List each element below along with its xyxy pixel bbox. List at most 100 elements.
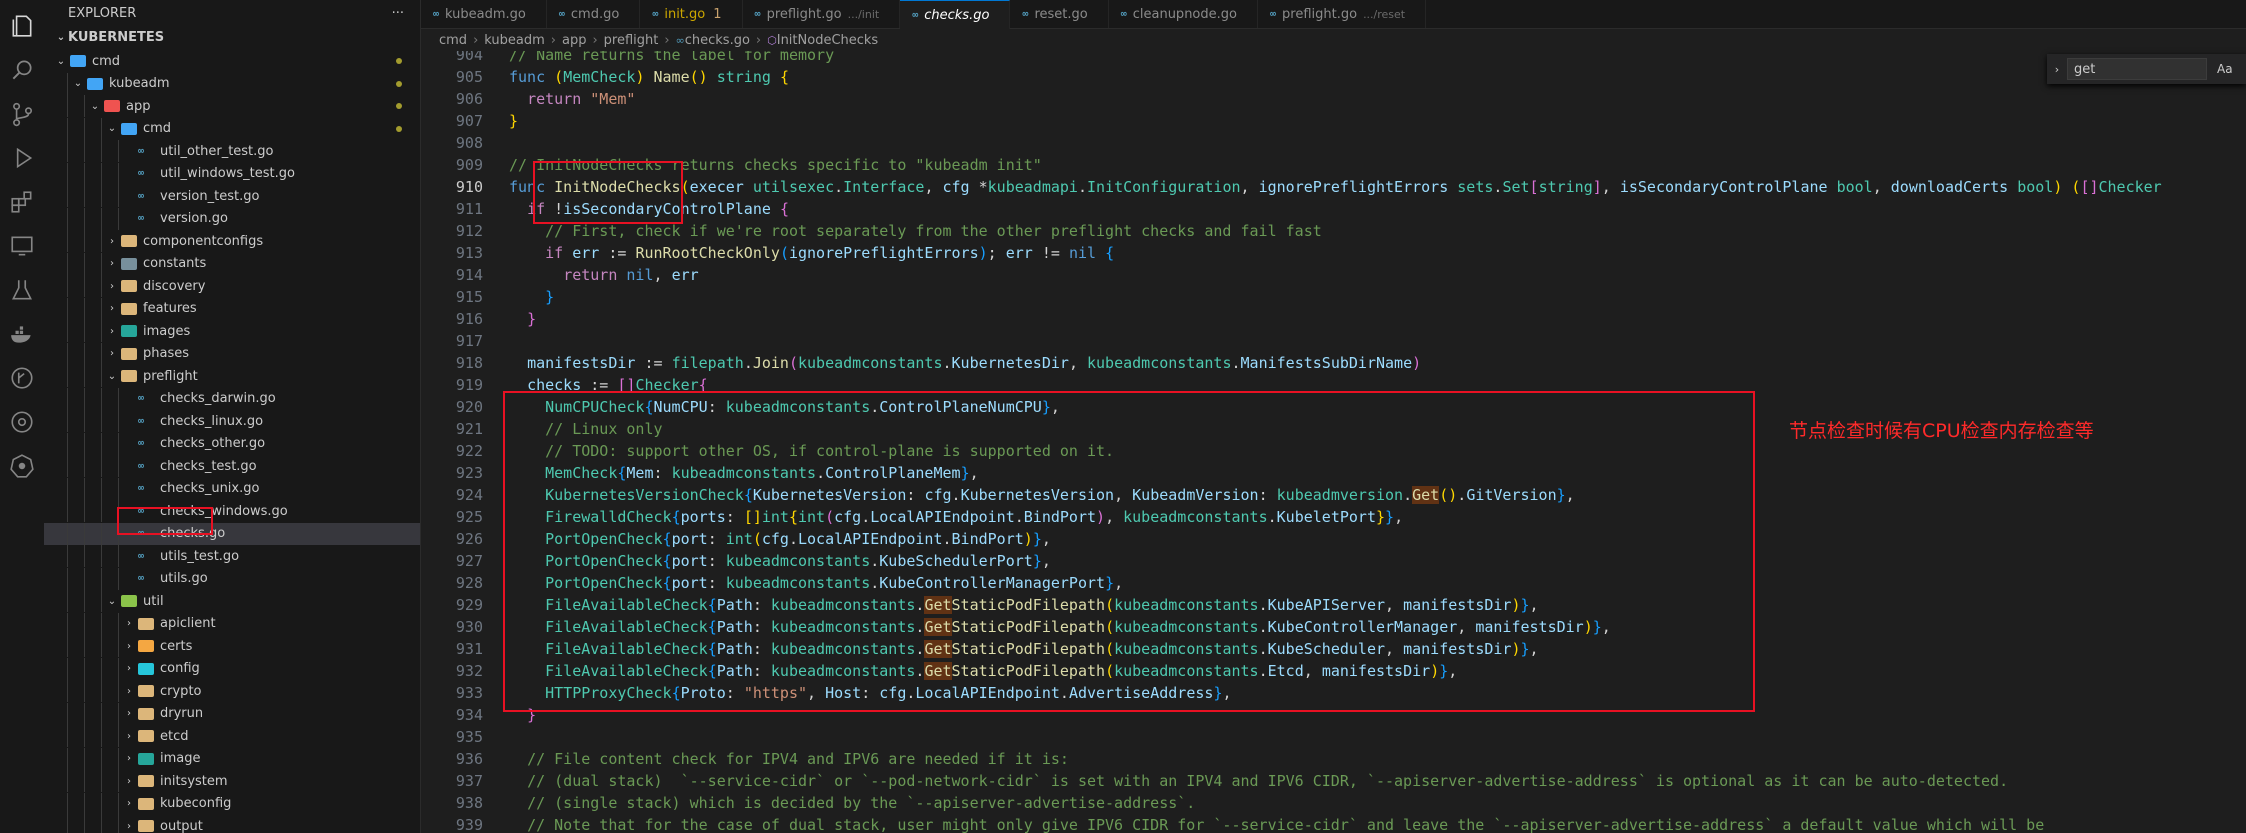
code-line[interactable]: 910 func InitNodeChecks(execer utilsexec.… [421, 176, 2246, 198]
run-debug-icon[interactable] [0, 136, 44, 180]
folder-item[interactable]: ⌄ cmd [44, 50, 420, 72]
breadcrumb-item[interactable]: checks.go [685, 33, 750, 48]
folder-item[interactable]: › images [44, 320, 420, 342]
file-item[interactable]: ∞ checks_windows.go [44, 500, 420, 522]
editor-tab[interactable]: ∞ kubeadm.go [421, 0, 547, 28]
file-item[interactable]: ∞ util_windows_test.go [44, 162, 420, 185]
code-line[interactable]: 904 // Name returns the label for memory [421, 51, 2246, 66]
breadcrumb-item[interactable]: app [562, 33, 586, 48]
indent-guide [84, 410, 85, 432]
editor-tab[interactable]: ∞ cleanupnode.go [1109, 0, 1258, 28]
folder-item[interactable]: ⌄ util [44, 590, 420, 612]
toggle-replace-icon[interactable]: › [2047, 63, 2067, 76]
code-line[interactable]: 918 manifestsDir := filepath.Join(kubead… [421, 352, 2246, 374]
editor-tab[interactable]: ∞ reset.go [1010, 0, 1109, 28]
folder-item[interactable]: › componentconfigs [44, 230, 420, 252]
gitlens-icon[interactable] [0, 400, 44, 444]
editor-tab[interactable]: ∞ init.go 1 [640, 0, 743, 28]
folder-item[interactable]: › etcd [44, 725, 420, 747]
file-item[interactable]: ∞ checks_unix.go [44, 477, 420, 500]
testing-icon[interactable] [0, 268, 44, 312]
docker-icon[interactable] [0, 312, 44, 356]
folder-item[interactable]: ⌄ cmd [44, 117, 420, 140]
editor-tab[interactable]: ∞ cmd.go [547, 0, 641, 28]
code-line[interactable]: 917 [421, 330, 2246, 352]
code-line[interactable]: 935 [421, 726, 2246, 748]
folder-item[interactable]: › output [44, 815, 420, 833]
code-text: } [509, 112, 519, 130]
folder-item[interactable]: › features [44, 297, 420, 320]
breadcrumb-item[interactable]: preflight [604, 33, 659, 48]
file-item[interactable]: ∞ checks_linux.go [44, 410, 420, 432]
folder-item[interactable]: › kubeconfig [44, 792, 420, 815]
file-item[interactable]: ∞ version.go [44, 207, 420, 230]
code-line[interactable]: 909// InitNodeChecks returns checks spec… [421, 154, 2246, 176]
file-item[interactable]: ∞ utils.go [44, 567, 420, 590]
file-item[interactable]: ∞ utils_test.go [44, 545, 420, 567]
code-line[interactable]: 906 return "Mem" [421, 88, 2246, 110]
editor-tab[interactable]: ∞ preflight.go .../reset [1258, 0, 1427, 28]
file-item[interactable]: ∞ checks.go [44, 522, 420, 545]
extensions-icon[interactable] [0, 180, 44, 224]
code-line[interactable]: 939 // Note that for the case of dual st… [421, 814, 2246, 833]
folder-item[interactable]: › certs [44, 635, 420, 657]
code-line[interactable]: 915 } [421, 286, 2246, 308]
find-input[interactable]: get [2067, 58, 2207, 80]
code-line[interactable]: 914 return nil, err [421, 264, 2246, 286]
code-line[interactable]: 912 // First, check if we're root separa… [421, 220, 2246, 242]
folder-item[interactable]: › crypto [44, 680, 420, 702]
folder-item[interactable]: › phases [44, 342, 420, 365]
breadcrumb-item[interactable]: kubeadm [484, 33, 545, 48]
code-line[interactable]: 913 if err := RunRootCheckOnly(ignorePre… [421, 242, 2246, 264]
folder-item[interactable]: › initsystem [44, 770, 420, 792]
kubernetes-icon[interactable] [0, 444, 44, 488]
file-item[interactable]: ∞ checks_other.go [44, 432, 420, 455]
file-item[interactable]: ∞ util_other_test.go [44, 140, 420, 162]
line-number: 925 [455, 508, 483, 526]
folder-item[interactable]: ⌄ kubeadm [44, 72, 420, 95]
workspace-root[interactable]: ⌄ KUBERNETES [44, 26, 420, 48]
folder-icon [138, 685, 154, 697]
indent-guide [101, 545, 102, 567]
breadcrumb-item[interactable]: cmd [439, 33, 467, 48]
line-number: 924 [455, 486, 483, 504]
activity-bar [0, 0, 45, 833]
code-line[interactable]: 905 func (MemCheck) Name() string { [421, 66, 2246, 88]
folder-item[interactable]: ⌄ app [44, 95, 420, 117]
more-actions-button[interactable]: ··· [392, 6, 404, 21]
folder-item[interactable]: › image [44, 747, 420, 770]
folder-item[interactable]: › discovery [44, 275, 420, 297]
search-icon[interactable] [0, 48, 44, 92]
code-line[interactable]: 908 [421, 132, 2246, 154]
chevron-right-icon: › [110, 348, 114, 359]
indent-guide [84, 770, 85, 792]
indent-guide [67, 747, 68, 770]
code-line[interactable]: 936 // File content check for IPV4 and I… [421, 748, 2246, 770]
tree-item-label: cmd [143, 121, 172, 136]
code-line[interactable]: 938 // (single stack) which is decided b… [421, 792, 2246, 814]
match-case-button[interactable]: Aa [2217, 62, 2233, 76]
line-number: 939 [455, 816, 483, 833]
file-item[interactable]: ∞ version_test.go [44, 185, 420, 207]
code-line[interactable]: 937 // (dual stack) `--service-cidr` or … [421, 770, 2246, 792]
file-item[interactable]: ∞ checks_test.go [44, 455, 420, 477]
folder-item[interactable]: › config [44, 657, 420, 680]
source-control-icon[interactable] [0, 92, 44, 136]
folder-item[interactable]: › constants [44, 252, 420, 275]
editor-tab[interactable]: ∞ preflight.go .../init [743, 0, 901, 28]
folder-item[interactable]: › dryrun [44, 702, 420, 725]
indent-guide [101, 792, 102, 815]
code-line[interactable]: 916 } [421, 308, 2246, 330]
git-graph-icon[interactable] [0, 356, 44, 400]
remote-explorer-icon[interactable] [0, 224, 44, 268]
folder-item[interactable]: › apiclient [44, 612, 420, 635]
code-line[interactable]: 907} [421, 110, 2246, 132]
code-line[interactable]: 911 if !isSecondaryControlPlane { [421, 198, 2246, 220]
folder-item[interactable]: ⌄ preflight [44, 365, 420, 387]
explorer-icon[interactable] [0, 4, 44, 48]
file-item[interactable]: ∞ checks_darwin.go [44, 387, 420, 410]
editor-tab[interactable]: ∞ checks.go [900, 0, 1011, 29]
breadcrumb-item[interactable]: InitNodeChecks [777, 33, 878, 48]
annotation-box-checks-list [503, 391, 1755, 712]
line-number: 914 [455, 266, 483, 284]
